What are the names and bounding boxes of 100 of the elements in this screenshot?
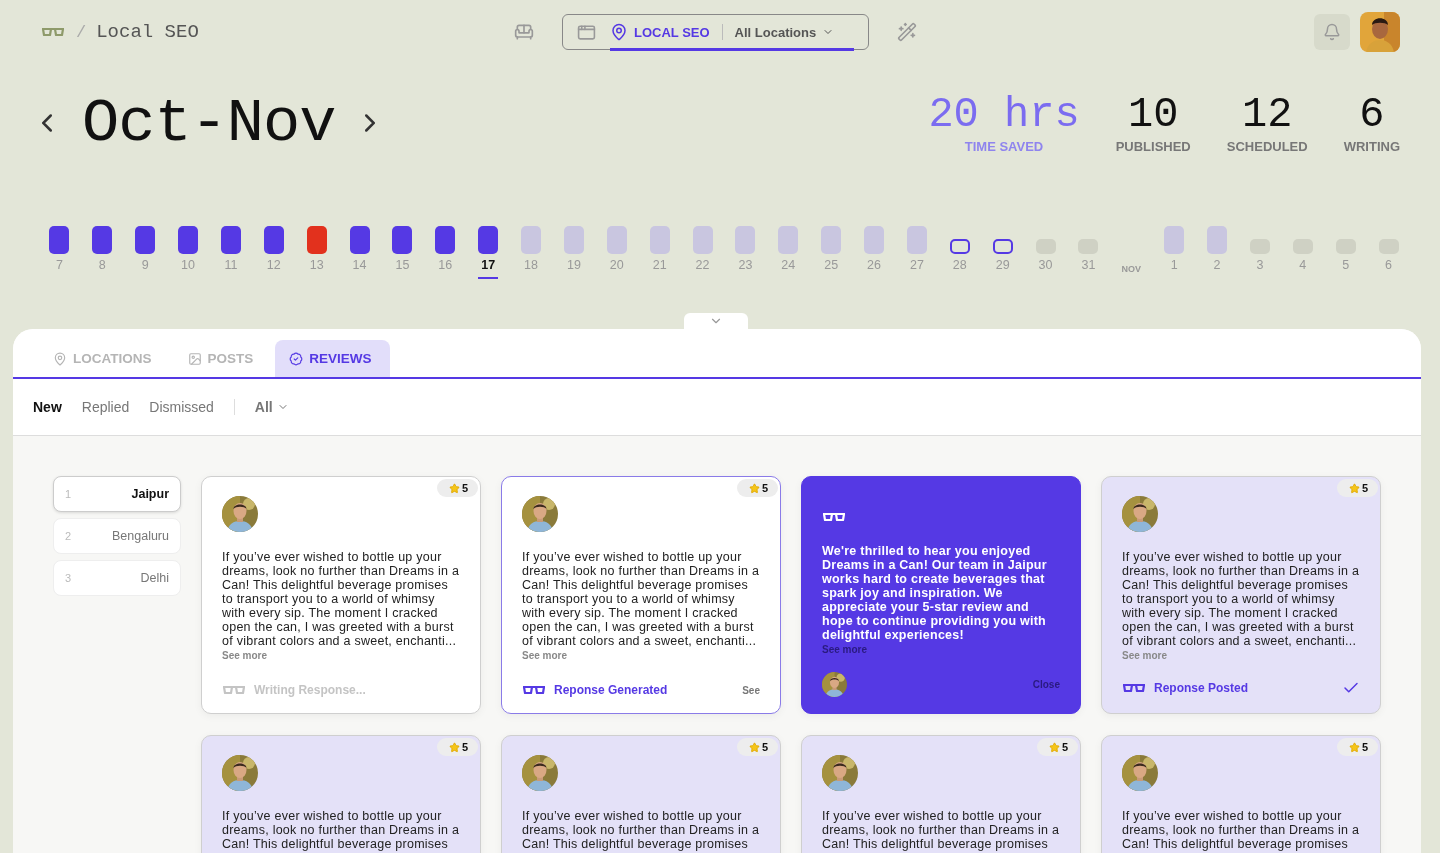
day-label[interactable]: 23	[738, 258, 753, 275]
day-label[interactable]: 11	[224, 258, 238, 275]
day-bar[interactable]	[263, 226, 284, 254]
location-dropdown[interactable]: All Locations	[721, 24, 855, 40]
day-label[interactable]: 17	[481, 258, 496, 275]
review-text: If you’ve ever wished to bottle up your dreams, look no further than Dreams in a Can! This delightful beverage promises to transport you to a world of whimsy with every sip. The moment I cracked open the can, I was greeted with a burst of vibrant colors and a sweet, enchanti...	[522, 550, 760, 648]
day-bar[interactable]	[392, 226, 413, 254]
day-label[interactable]: 6	[1385, 258, 1393, 275]
review-card[interactable]	[1101, 476, 1381, 714]
day-bar[interactable]	[306, 226, 327, 254]
day-bar[interactable]	[92, 226, 113, 254]
day-label[interactable]: 26	[867, 258, 881, 275]
day-bar[interactable]	[349, 226, 370, 254]
day-label[interactable]: 4	[1299, 258, 1307, 275]
day-label[interactable]: 21	[652, 258, 667, 275]
stat-value: 10	[1128, 92, 1179, 137]
location-item[interactable]: 2 Bengaluru	[53, 518, 181, 554]
see-more-link[interactable]: See more	[822, 644, 868, 655]
stat-label: WRITING	[1343, 138, 1400, 154]
day-label[interactable]: 15	[395, 258, 410, 275]
star-icon	[748, 741, 760, 753]
collapse-handle[interactable]	[684, 313, 748, 329]
day-label[interactable]: 30	[1038, 258, 1053, 275]
day-label[interactable]: 22	[695, 258, 710, 275]
filter-dropdown[interactable]: All	[254, 399, 289, 415]
day-label[interactable]: 18	[524, 258, 538, 275]
location-name: Jaipur	[131, 487, 169, 501]
review-text: If you’ve ever wished to bottle up your dreams, look no further than Dreams in a Can! This delightful beverage promises to transport you to a world of whimsy with every sip. The moment I cracked open the can, I was greeted with a burst of vibrant colors and a sweet, enchanti...	[222, 550, 460, 648]
day-label[interactable]: 5	[1342, 258, 1350, 275]
day-bar[interactable]	[178, 226, 199, 254]
rating-value: 5	[761, 741, 768, 753]
review-card[interactable]: 5 If you’ve ever wished to bottle up your dreams, look no further than Dreams in a Can! This delightful beverage promises	[801, 735, 1081, 853]
day-label[interactable]: 31	[1081, 258, 1096, 275]
review-card[interactable]	[201, 476, 481, 714]
day-bar[interactable]	[992, 239, 1013, 254]
day-label[interactable]: 20	[609, 258, 624, 275]
status-text: Reponse Posted	[1154, 681, 1249, 695]
day-label[interactable]: 9	[141, 258, 149, 275]
response-card[interactable]	[801, 476, 1081, 714]
review-card[interactable]	[501, 476, 781, 714]
day-bar[interactable]	[949, 239, 970, 254]
day-label[interactable]: 7	[55, 258, 63, 275]
card-action-button[interactable]: Close	[1032, 679, 1060, 690]
review-text: If you’ve ever wished to bottle up your dreams, look no further than Dreams in a Can! This delightful beverage promises	[222, 809, 460, 851]
section-tab[interactable]: LOCAL SEO	[610, 15, 710, 49]
day-label[interactable]: 8	[98, 258, 106, 275]
day-label[interactable]: 10	[181, 258, 195, 275]
day-label[interactable]: 1	[1170, 258, 1178, 275]
day-bar[interactable]	[135, 226, 156, 254]
day-label[interactable]: 12	[266, 258, 281, 275]
notifications-button[interactable]	[1314, 14, 1350, 50]
status-text: Writing Response...	[254, 683, 366, 697]
rating-value: 5	[1061, 741, 1068, 753]
rating-value: 5	[1361, 741, 1368, 753]
day-label[interactable]: 3	[1256, 258, 1264, 275]
day-label[interactable]: 27	[910, 258, 924, 275]
day-bar[interactable]	[478, 226, 499, 254]
day-label[interactable]: 25	[824, 258, 839, 275]
period-title: Oct-Nov	[82, 87, 336, 159]
review-text: If you’ve ever wished to bottle up your dreams, look no further than Dreams in a Can! This delightful beverage promises to transport you to a world of whimsy with every sip. The moment I cracked open the can, I was greeted with a burst of vibrant colors and a sweet, enchanti...	[1122, 550, 1360, 648]
day-label[interactable]: 14	[352, 258, 367, 275]
day-label[interactable]: 24	[781, 258, 796, 275]
day-label[interactable]: 2	[1213, 258, 1221, 275]
tab[interactable]: LOCATIONS	[39, 340, 170, 377]
chevron-right-icon	[365, 114, 376, 132]
filter-tab[interactable]: Replied	[81, 399, 130, 415]
see-more-link[interactable]: See more	[522, 650, 568, 661]
day-label[interactable]: 29	[995, 258, 1010, 275]
day-bar[interactable]	[220, 226, 241, 254]
sofa-icon	[514, 22, 534, 42]
review-text: If you’ve ever wished to bottle up your dreams, look no further than Dreams in a Can! This delightful beverage promises	[522, 809, 760, 851]
rating-value: 5	[761, 482, 768, 494]
response-text: We're thrilled to hear you enjoyed Dreams in a Can! Our team in Jaipur works hard to create beverages that spark joy and inspiration. We appreciate your 5-star review and hope to continue providing you with delightful experiences!	[822, 544, 1048, 642]
location-item[interactable]: 1 Jaipur	[53, 476, 181, 512]
glasses-icon	[522, 685, 546, 695]
location-name: Bengaluru	[112, 529, 169, 543]
tab[interactable]: POSTS	[173, 340, 272, 377]
star-icon	[448, 741, 460, 753]
stat-label: PUBLISHED	[1115, 138, 1191, 154]
day-label[interactable]: 19	[567, 258, 581, 275]
day-bar[interactable]	[435, 226, 456, 254]
badge-icon	[289, 351, 304, 366]
location-item[interactable]: 3 Delhi	[53, 560, 181, 596]
star-icon	[1048, 741, 1060, 753]
window-icon	[577, 22, 596, 42]
card-action-button[interactable]: See	[742, 684, 760, 696]
day-label[interactable]: 28	[952, 258, 967, 275]
filter-tab[interactable]: Dismissed	[149, 399, 214, 415]
see-more-link[interactable]: See more	[1122, 650, 1168, 661]
day-label[interactable]: 13	[309, 258, 324, 275]
stat-value: 12	[1242, 92, 1293, 137]
filter-tab[interactable]: New	[33, 399, 62, 415]
day-bar[interactable]	[49, 226, 70, 254]
review-card[interactable]: 5 If you’ve ever wished to bottle up your dreams, look no further than Dreams in a Can! This delightful beverage promises	[1101, 735, 1381, 853]
day-label[interactable]: 16	[438, 258, 453, 275]
page-title: Local SEO	[96, 21, 199, 43]
tab[interactable]: REVIEWS	[275, 340, 390, 377]
review-card[interactable]: 5 If you’ve ever wished to bottle up your dreams, look no further than Dreams in a Can! This delightful beverage promises	[201, 735, 481, 853]
review-card[interactable]: 5 If you’ve ever wished to bottle up your dreams, look no further than Dreams in a Can! This delightful beverage promises	[501, 735, 781, 853]
see-more-link[interactable]: See more	[222, 650, 268, 661]
